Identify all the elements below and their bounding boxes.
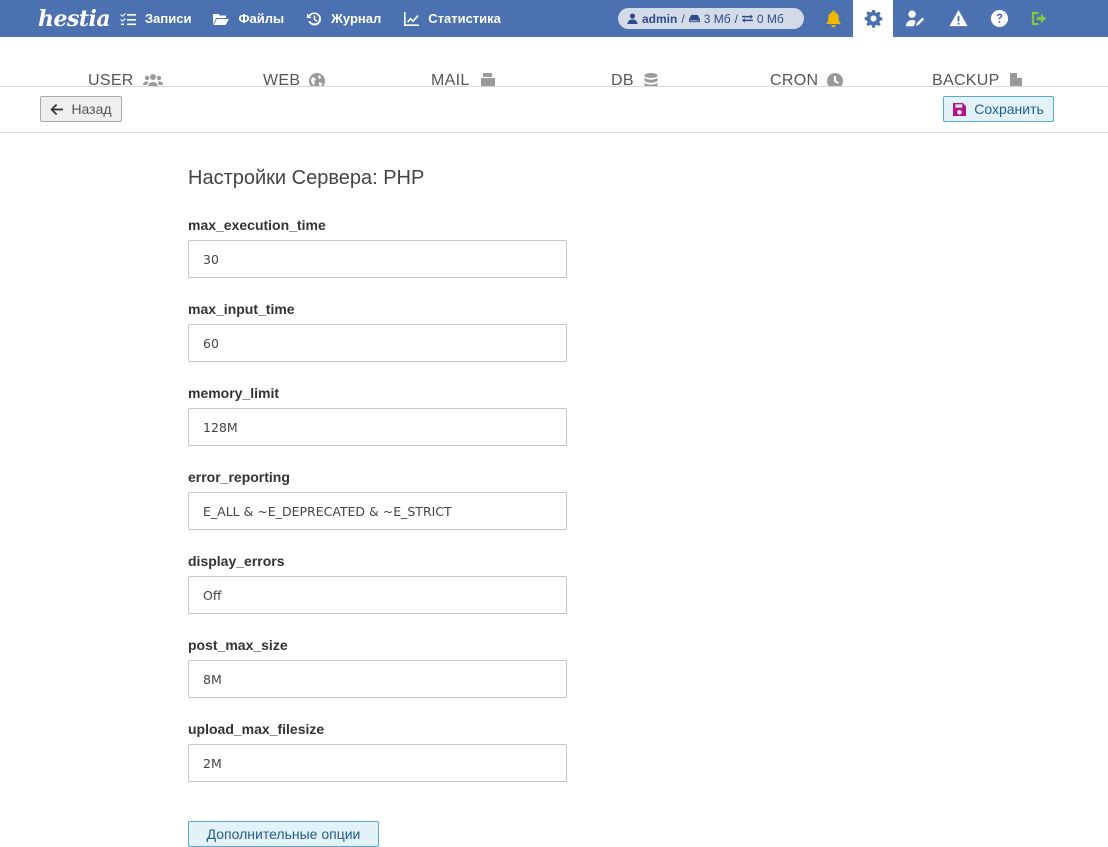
field-label-upload-max-filesize: upload_max_filesize <box>188 721 325 737</box>
field-label-display-errors: display_errors <box>188 553 285 569</box>
top-navbar: hestia Записи Файлы Журнал Статистика ad… <box>0 0 1108 37</box>
field-label-error-reporting: error_reporting <box>188 469 290 485</box>
help-button[interactable] <box>979 0 1019 37</box>
post-max-size-input[interactable] <box>188 660 567 698</box>
arrow-left-icon <box>50 103 64 115</box>
upload-max-filesize-input[interactable] <box>188 744 567 782</box>
hdd-icon <box>688 14 700 23</box>
tab-label: MAIL <box>431 72 470 87</box>
page-title: Настройки Сервера: PHP <box>188 167 425 189</box>
folder-open-icon <box>213 13 230 25</box>
nav-item-log[interactable]: Журнал <box>306 11 381 27</box>
save-icon <box>953 102 967 116</box>
field-label-memory-limit: memory_limit <box>188 385 280 401</box>
tab-db[interactable]: DB <box>611 72 659 87</box>
max-input-time-input[interactable] <box>188 324 567 362</box>
bandwidth-usage: 0 Мб <box>756 11 784 26</box>
nav-item-label: Файлы <box>238 11 285 26</box>
logout-icon <box>1031 11 1046 26</box>
nav-item-records[interactable]: Записи <box>120 11 191 27</box>
nav-item-label: Журнал <box>331 11 382 26</box>
tab-label: CRON <box>770 72 819 87</box>
nav-item-stats[interactable]: Статистика <box>403 11 501 27</box>
history-icon <box>307 11 322 25</box>
display-errors-input[interactable] <box>188 576 567 614</box>
separator: / <box>681 11 685 26</box>
separator: / <box>734 11 738 26</box>
save-button[interactable]: Сохранить <box>943 96 1054 122</box>
tab-label: WEB <box>263 72 301 87</box>
globe-icon <box>309 73 326 86</box>
user-info-pill[interactable]: admin / 3 Мб / 0 Мб <box>618 8 804 29</box>
tab-label: BACKUP <box>932 72 1000 87</box>
logout-button[interactable] <box>1019 0 1059 37</box>
back-button[interactable]: Назад <box>40 96 122 122</box>
save-button-label: Сохранить <box>974 101 1044 117</box>
notifications-button[interactable] <box>813 0 853 37</box>
max-execution-time-input[interactable] <box>188 240 567 278</box>
field-label-max-input-time: max_input_time <box>188 301 295 317</box>
mail-bulk-icon <box>480 73 495 86</box>
hestia-logo[interactable]: hestia <box>38 3 111 34</box>
nav-item-label: Записи <box>145 11 192 26</box>
nav-item-label: Статистика <box>428 11 501 26</box>
tab-label: DB <box>611 72 634 87</box>
tab-mail[interactable]: MAIL <box>431 72 497 87</box>
clock-icon <box>827 73 844 86</box>
memory-limit-input[interactable] <box>188 408 567 446</box>
nav-item-files[interactable]: Файлы <box>213 11 284 27</box>
tab-label: USER <box>88 72 134 87</box>
list-check-icon <box>120 12 136 25</box>
back-button-label: Назад <box>71 101 112 117</box>
user-icon <box>627 13 638 24</box>
disk-usage: 3 Мб <box>703 11 731 26</box>
tab-web[interactable]: WEB <box>263 72 326 87</box>
server-settings-button[interactable] <box>853 0 893 37</box>
database-icon <box>644 73 658 86</box>
users-admin-button[interactable] <box>895 0 935 37</box>
gear-icon <box>864 9 882 28</box>
main-nav: Записи Файлы Журнал Статистика <box>120 0 523 37</box>
user-pen-icon <box>905 10 924 27</box>
field-label-max-execution-time: max_execution_time <box>188 217 326 233</box>
tab-cron[interactable]: CRON <box>770 72 844 87</box>
advanced-options-button[interactable]: Дополнительные опции <box>188 821 379 847</box>
toolbar: Назад Сохранить <box>0 87 1108 133</box>
exchange-icon <box>741 14 753 23</box>
chart-line-icon <box>404 11 420 26</box>
users-icon <box>142 74 163 86</box>
tab-user[interactable]: USER <box>88 72 163 87</box>
file-icon <box>1009 73 1022 86</box>
help-icon <box>990 9 1008 28</box>
error-reporting-input[interactable] <box>188 492 567 530</box>
tab-backup[interactable]: BACKUP <box>932 72 1023 87</box>
object-tabs: USER WEB MAIL DB CRON BACKUP <box>0 37 1108 87</box>
warning-icon <box>948 9 968 27</box>
username: admin <box>642 11 678 26</box>
server-log-button[interactable] <box>938 0 978 37</box>
bell-icon <box>826 10 840 28</box>
field-label-post-max-size: post_max_size <box>188 637 288 653</box>
